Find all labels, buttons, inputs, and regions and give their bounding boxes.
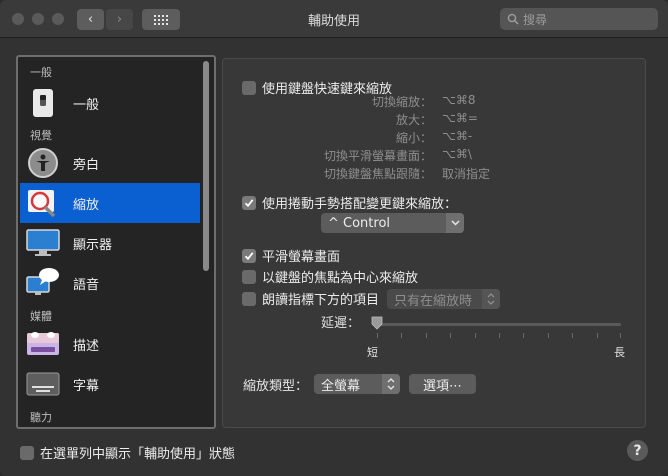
checkmark-icon <box>244 251 254 260</box>
options-button[interactable]: 選項⋯ <box>409 374 476 394</box>
sidebar-scrollbar[interactable] <box>202 61 210 425</box>
delay-slider[interactable] <box>377 323 621 326</box>
delay-min-label: 短 <box>367 346 378 359</box>
sidebar-item-label: 一般 <box>73 97 100 113</box>
follow-focus-checkbox[interactable]: 以鍵盤的焦點為中心來縮放 <box>242 267 418 286</box>
checkbox-box[interactable] <box>20 445 34 460</box>
search-icon <box>507 13 519 25</box>
shortcut-name: 切換鍵盤焦點跟隨： <box>323 167 432 181</box>
speech-icon <box>25 265 61 301</box>
select-value: 全螢幕 <box>321 378 361 394</box>
modifier-key-select[interactable]: ^ Control <box>321 213 464 233</box>
slider-tick <box>401 333 402 338</box>
shortcut-name: 縮小： <box>395 131 432 145</box>
sidebar-item-label: 縮放 <box>73 197 100 213</box>
speak-items-checkbox[interactable]: 朗讀指標下方的項目 <box>242 289 379 308</box>
section-hearing: 聽力 <box>30 411 52 424</box>
shortcut-row: 放大： ⌥⌘= <box>270 111 478 127</box>
section-vision: 視覺 <box>30 129 52 142</box>
chevron-down-icon <box>446 213 464 233</box>
sidebar-item-speech[interactable]: 語音 <box>20 263 200 303</box>
checkbox-label: 以鍵盤的焦點為中心來縮放 <box>262 271 419 286</box>
slider-tick <box>426 333 427 338</box>
shortcut-keys: ⌥⌘- <box>442 129 473 143</box>
switch-icon <box>25 85 61 121</box>
shortcut-keys: ⌥⌘= <box>442 111 478 125</box>
title-bar: ‹ › 輔助使用 搜尋 <box>0 0 668 38</box>
checkbox-label: 在選單列中顯示「輔助使用」狀態 <box>40 447 236 462</box>
slider-tick <box>499 333 500 338</box>
chevron-updown-icon <box>482 289 500 309</box>
voiceover-icon <box>25 145 61 181</box>
slider-tick <box>377 333 378 338</box>
slider-tick <box>548 333 549 338</box>
scroll-gesture-checkbox[interactable]: 使用捲動手勢搭配變更鍵來縮放： <box>242 193 457 212</box>
slider-tick <box>523 333 524 338</box>
zoom-style-select[interactable]: 全螢幕 <box>314 374 400 394</box>
slider-tick <box>450 333 451 338</box>
search-field[interactable]: 搜尋 <box>500 8 658 30</box>
sidebar-item-general[interactable]: 一般 <box>20 83 200 123</box>
select-value: ^ Control <box>328 215 391 231</box>
descriptions-icon <box>25 326 61 362</box>
select-value: 只有在縮放時 <box>394 293 473 309</box>
checkbox-box[interactable] <box>242 248 256 263</box>
delay-max-label: 長 <box>614 346 625 359</box>
sidebar-scrollbar-thumb[interactable] <box>203 61 209 271</box>
shortcut-keys: 取消指定 <box>442 167 491 181</box>
shortcut-name: 切換縮放： <box>371 95 432 109</box>
section-general: 一般 <box>30 66 52 79</box>
accessibility-window: ‹ › 輔助使用 搜尋 一般 一般 視覺 旁白 縮放 顯示器 語音 媒體 描述 … <box>0 0 668 476</box>
speak-items-select[interactable]: 只有在縮放時 <box>387 289 500 309</box>
sidebar-item-display[interactable]: 顯示器 <box>20 223 200 263</box>
delay-label: 延遲： <box>321 316 361 331</box>
checkmark-icon <box>244 198 254 207</box>
checkbox-label: 平滑螢幕畫面 <box>262 250 341 265</box>
sidebar-item-captions[interactable]: 字幕 <box>20 364 200 404</box>
zoom-style-label: 縮放類型： <box>243 379 309 394</box>
chevron-updown-icon <box>382 374 400 394</box>
shortcut-row: 縮小： ⌥⌘- <box>270 129 472 145</box>
slider-tick <box>572 333 573 338</box>
sidebar-item-voiceover[interactable]: 旁白 <box>20 143 200 183</box>
captions-icon <box>25 366 61 402</box>
sidebar-item-label: 描述 <box>73 338 100 354</box>
sidebar-item-label: 字幕 <box>73 378 100 394</box>
checkbox-box[interactable] <box>242 195 256 210</box>
search-placeholder: 搜尋 <box>523 12 548 27</box>
slider-tick <box>620 333 621 338</box>
category-sidebar[interactable]: 一般 一般 視覺 旁白 縮放 顯示器 語音 媒體 描述 字幕 聽力 <box>16 55 216 429</box>
shortcut-row: 切換鍵盤焦點跟隨： 取消指定 <box>270 165 490 181</box>
delay-slider-thumb[interactable] <box>371 316 383 330</box>
slider-tick <box>475 333 476 338</box>
checkbox-box[interactable] <box>242 80 256 95</box>
sidebar-item-label: 語音 <box>73 277 100 293</box>
help-button[interactable]: ? <box>627 440 648 461</box>
checkbox-box[interactable] <box>242 291 256 306</box>
checkbox-box[interactable] <box>242 269 256 284</box>
checkbox-label: 使用捲動手勢搭配變更鍵來縮放： <box>262 197 458 212</box>
menu-bar-status-checkbox[interactable]: 在選單列中顯示「輔助使用」狀態 <box>20 443 235 462</box>
shortcut-row: 切換縮放： ⌥⌘8 <box>270 93 475 109</box>
slider-tick <box>597 333 598 338</box>
sidebar-item-descriptions[interactable]: 描述 <box>20 324 200 364</box>
shortcut-keys: ⌥⌘\ <box>442 147 472 161</box>
zoom-icon <box>25 185 61 221</box>
section-media: 媒體 <box>30 310 52 323</box>
display-icon <box>25 225 61 261</box>
shortcut-row: 切換平滑螢幕畫面： ⌥⌘\ <box>270 147 472 163</box>
shortcut-name: 切換平滑螢幕畫面： <box>323 149 432 163</box>
sidebar-item-label: 顯示器 <box>73 237 113 253</box>
shortcut-keys: ⌥⌘8 <box>442 93 476 107</box>
shortcut-name: 放大： <box>395 113 432 127</box>
smooth-images-checkbox[interactable]: 平滑螢幕畫面 <box>242 246 340 265</box>
checkbox-label: 朗讀指標下方的項目 <box>262 293 380 308</box>
sidebar-item-label: 旁白 <box>73 157 100 173</box>
sidebar-item-zoom[interactable]: 縮放 <box>20 183 200 223</box>
